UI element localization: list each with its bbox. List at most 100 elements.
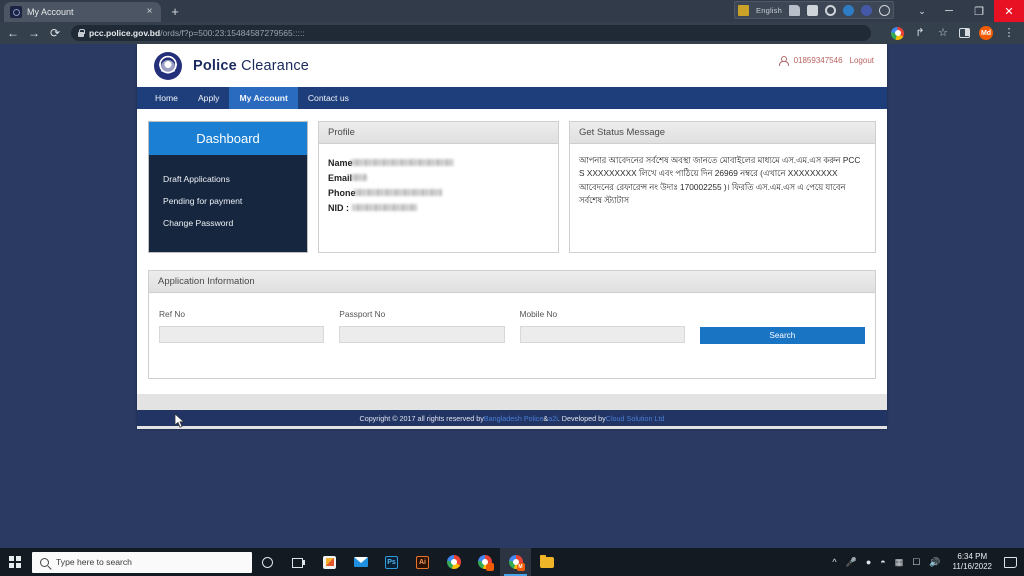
cortana-icon[interactable] — [252, 548, 283, 576]
nav-item-apply[interactable]: Apply — [188, 87, 230, 109]
avatar[interactable]: Md — [979, 26, 993, 40]
chrome-icon[interactable] — [438, 548, 469, 576]
windows-taskbar: Type here to search Ps Ai M ^ 🎤 ● ◓ ▦ ☐ … — [0, 548, 1024, 576]
label-mobile-no: Mobile No — [519, 309, 558, 319]
close-window-button[interactable]: ✕ — [994, 0, 1024, 22]
language-label[interactable]: English — [756, 6, 782, 15]
ref-no-input[interactable] — [159, 326, 325, 343]
bangladesh-police-link[interactable]: Bangladesh Police — [484, 414, 544, 423]
reload-button[interactable]: ⟳ — [48, 26, 62, 40]
status-panel-title: Get Status Message — [570, 122, 875, 144]
application-information-panel: Application Information Ref No Passport … — [148, 270, 876, 379]
copyright-footer: Copyright © 2017 all rights reserved by … — [137, 410, 887, 426]
copyright-prefix: Copyright © 2017 all rights reserved by — [359, 413, 484, 423]
copyright-suffix: . Developed by — [557, 413, 606, 423]
task-view-icon[interactable] — [283, 548, 314, 576]
browser-toolbar: ← → ⟳ pcc.police.gov.bd/ords/f?p=500:23:… — [0, 22, 1024, 44]
illustrator-icon[interactable]: Ai — [407, 548, 438, 576]
keyboard-icon[interactable] — [738, 4, 749, 16]
application-information-title: Application Information — [149, 271, 875, 293]
close-icon[interactable]: × — [144, 7, 155, 17]
info-icon[interactable] — [879, 4, 890, 16]
ring-icon[interactable] — [825, 4, 836, 16]
chrome-menu-icon[interactable]: ⋮ — [1002, 26, 1016, 40]
search-icon — [40, 557, 49, 567]
address-bar[interactable]: pcc.police.gov.bd/ords/f?p=500:23:154845… — [71, 25, 871, 41]
sidebar-item-draft-applications[interactable]: Draft Applications — [163, 168, 307, 190]
label-ref-no: Ref No — [159, 309, 186, 319]
search-button[interactable]: Search — [699, 327, 865, 344]
profile-panel-body: Name Email Phone NID : — [319, 144, 558, 227]
field-passport-no: Passport No — [339, 309, 505, 344]
system-tray: ^ 🎤 ● ◓ ▦ ☐ 🔊 6:34 PM 11/16/2022 — [832, 552, 1024, 572]
mobile-no-input[interactable] — [519, 326, 685, 343]
cloud-solution-link[interactable]: Cloud Solution Ltd — [606, 414, 665, 423]
photoshop-icon[interactable]: Ps — [376, 548, 407, 576]
browser-title-bar: My Account × + English ⌄ ─ ❐ ✕ — [0, 0, 1024, 22]
mail-icon[interactable] — [345, 548, 376, 576]
field-ref-no: Ref No — [159, 309, 325, 344]
site-body: Dashboard Draft Applications Pending for… — [137, 109, 887, 379]
profile-label-phone: Phone — [328, 187, 356, 198]
redacted-value-nid — [352, 204, 417, 211]
chrome-logo-icon[interactable] — [891, 26, 904, 40]
back-button[interactable]: ← — [6, 26, 20, 40]
side-panel-icon[interactable] — [959, 28, 970, 38]
share-icon[interactable]: ↱ — [913, 26, 927, 40]
chrome-active-icon[interactable]: M — [500, 548, 531, 576]
clock-date: 11/16/2022 — [952, 562, 992, 571]
sidebar-item-pending-for-payment[interactable]: Pending for payment — [163, 190, 307, 212]
ink-pen-icon[interactable] — [789, 4, 800, 16]
wifi-icon[interactable]: ◓ — [880, 557, 885, 567]
site-brand: Police Clearance — [193, 58, 309, 74]
help-icon[interactable] — [861, 4, 872, 16]
chevron-down-icon[interactable]: ⌄ — [910, 0, 934, 22]
top-panels-row: Dashboard Draft Applications Pending for… — [148, 121, 876, 253]
status-panel-body: আপনার আবেদনের সর্বশেষ অবস্থা জানতে মোবাই… — [570, 144, 875, 218]
browser-window: My Account × + English ⌄ ─ ❐ ✕ ← → ⟳ pcc… — [0, 0, 1024, 44]
display-icon[interactable]: ☐ — [912, 557, 920, 567]
field-mobile-no: Mobile No — [519, 309, 685, 344]
mouse-cursor — [175, 414, 185, 428]
microphone-icon[interactable]: 🎤 — [846, 557, 857, 567]
a2i-link[interactable]: a2i — [548, 414, 558, 423]
main-navigation: Home Apply My Account Contact us — [137, 87, 887, 109]
brand-primary: Police — [193, 57, 237, 74]
clock-time: 6:34 PM — [957, 552, 988, 561]
window-controls: ⌄ ─ ❐ ✕ — [910, 0, 1024, 22]
profile-row-phone: Phone — [328, 185, 549, 200]
logout-link[interactable]: Logout — [850, 56, 874, 65]
bookmark-star-icon[interactable]: ☆ — [936, 26, 950, 40]
nav-item-my-account[interactable]: My Account — [229, 87, 298, 109]
profile-panel: Profile Name Email Phone NID: — [318, 121, 559, 253]
taskbar-clock[interactable]: 6:34 PM 11/16/2022 — [950, 552, 995, 572]
language-bar[interactable]: English — [734, 1, 894, 19]
internet-explorer-icon[interactable] — [843, 4, 854, 16]
taskbar-search-input[interactable]: Type here to search — [32, 551, 252, 573]
sidebar-item-change-password[interactable]: Change Password — [163, 212, 307, 234]
notification-center-icon[interactable] — [1004, 556, 1017, 568]
notification-red-icon[interactable]: ● — [866, 557, 871, 567]
microsoft-store-icon[interactable] — [314, 548, 345, 576]
label-passport-no: Passport No — [339, 309, 386, 319]
profile-row-email: Email — [328, 170, 549, 185]
start-button[interactable] — [0, 548, 30, 576]
new-tab-button[interactable]: + — [167, 4, 183, 20]
profile-label-nid: NID : — [328, 202, 349, 213]
tool-icon[interactable] — [807, 4, 818, 16]
url-domain: pcc.police.gov.bd — [89, 28, 161, 38]
file-explorer-icon[interactable] — [531, 548, 562, 576]
passport-no-input[interactable] — [339, 326, 505, 343]
forward-button[interactable]: → — [27, 26, 41, 40]
volume-icon[interactable]: 🔊 — [929, 557, 940, 567]
minimize-button[interactable]: ─ — [934, 0, 964, 22]
chrome-window-icon[interactable] — [469, 548, 500, 576]
show-hidden-icons[interactable]: ^ — [832, 557, 836, 567]
redacted-value-email — [350, 174, 368, 181]
profile-label-name: Name — [328, 157, 353, 168]
maximize-button[interactable]: ❐ — [964, 0, 994, 22]
keyboard-tray-icon[interactable]: ▦ — [895, 557, 904, 567]
browser-tab[interactable]: My Account × — [4, 2, 161, 22]
nav-item-home[interactable]: Home — [145, 87, 188, 109]
nav-item-contact-us[interactable]: Contact us — [298, 87, 359, 109]
